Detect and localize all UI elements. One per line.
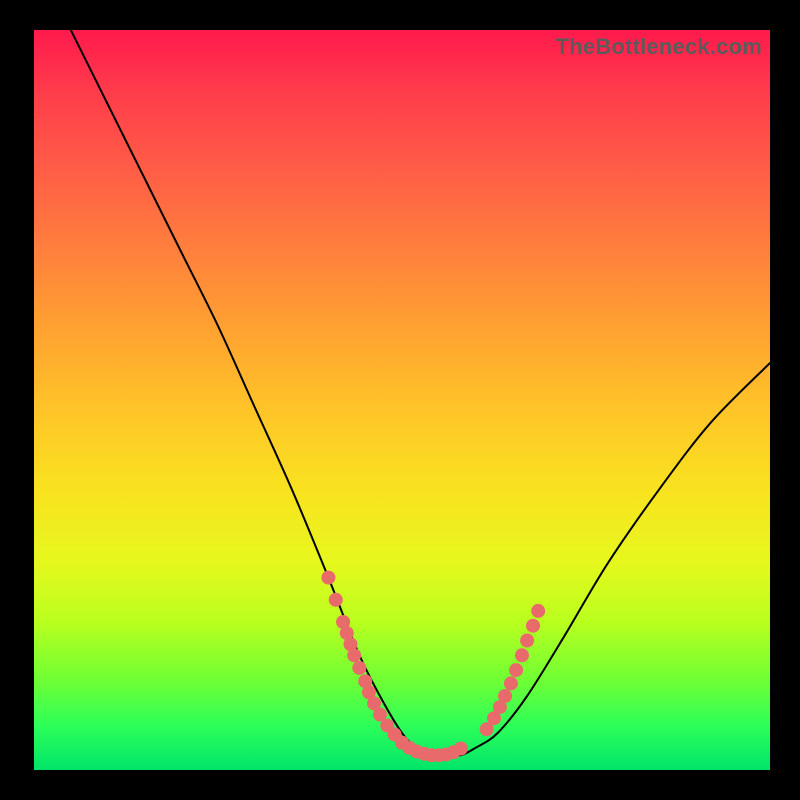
marker-dot	[509, 663, 523, 677]
marker-dot	[352, 661, 366, 675]
marker-dot	[321, 571, 335, 585]
marker-dot	[504, 676, 518, 690]
marker-dot	[329, 593, 343, 607]
marker-dot	[498, 689, 512, 703]
chart-stage: TheBottleneck.com	[0, 0, 800, 800]
chart-overlay	[34, 30, 770, 770]
marker-dot	[515, 648, 529, 662]
marker-dot	[520, 634, 534, 648]
plot-area: TheBottleneck.com	[34, 30, 770, 770]
marker-dot	[347, 648, 361, 662]
marker-dot	[454, 742, 468, 756]
bottleneck-curve	[71, 30, 770, 756]
marker-dot	[531, 604, 545, 618]
curve-markers	[321, 571, 545, 763]
marker-dot	[526, 619, 540, 633]
